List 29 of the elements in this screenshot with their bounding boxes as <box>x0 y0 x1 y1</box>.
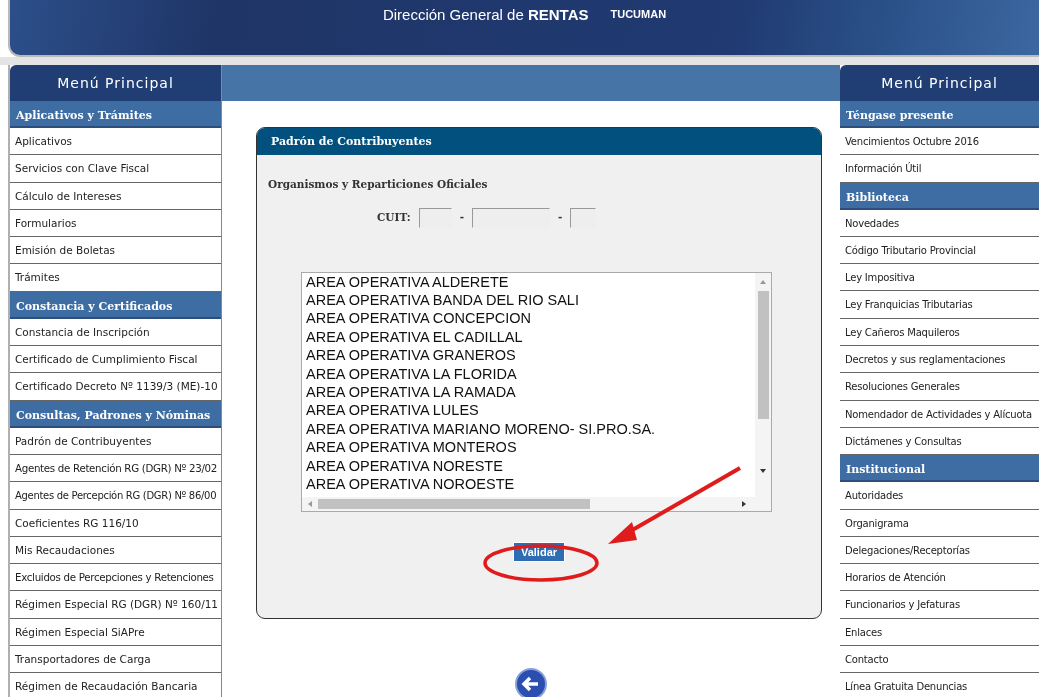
menu-title: Menú Principal <box>10 65 221 101</box>
menu-title: Menú Principal <box>840 65 1039 101</box>
back-arrow-icon[interactable] <box>514 667 548 697</box>
cuit-label: CUIT: <box>377 209 411 225</box>
menu-section-heading: Téngase presente <box>840 101 1039 128</box>
list-option[interactable]: AREA OPERATIVA MARIANO MORENO- SI.PRO.SA. <box>306 419 751 439</box>
list-option[interactable]: AREA OPERATIVA EL CADILLAL <box>306 327 751 347</box>
list-option[interactable]: AREA OPERATIVA NORESTE <box>306 456 751 476</box>
list-option[interactable]: AREA OPERATIVA BANDA DEL RIO SALI <box>306 291 751 310</box>
menu-section-heading: Biblioteca <box>840 182 1039 210</box>
organism-listbox[interactable] <box>301 271 772 512</box>
separator: - <box>459 209 465 225</box>
section-subtitle: Organismos y Reparticiones Oficiales <box>268 176 489 192</box>
menu-section-heading: Consultas, Padrones y Nóminas <box>10 400 221 428</box>
list-option[interactable]: AREA OPERATIVA MONTEROS <box>306 438 751 457</box>
site-title: Dirección General de RENTAS <box>382 5 589 25</box>
list-option[interactable]: AREA OPERATIVA LA RAMADA <box>306 383 751 402</box>
region-label: TUCUMAN <box>610 7 667 22</box>
list-option[interactable]: AREA OPERATIVA CONCEPCION <box>306 309 751 328</box>
list-option[interactable]: AREA OPERATIVA NOROESTE <box>306 475 751 494</box>
panel-title: Padrón de Contribuyentes <box>257 127 821 155</box>
menu-section-heading: Institucional <box>840 455 1039 483</box>
separator: - <box>558 209 563 225</box>
list-option[interactable]: AREA OPERATIVA ALDERETE <box>306 272 751 291</box>
list-option[interactable]: AREA OPERATIVA GRANEROS <box>306 346 751 365</box>
menu-section-heading: Constancia y Certificados <box>10 291 221 319</box>
list-option[interactable]: AREA OPERATIVA LULES <box>306 401 751 420</box>
list-option[interactable]: AREA OPERATIVA LA FLORIDA <box>306 364 751 384</box>
menu-section-heading: Aplicativos y Trámites <box>10 101 221 128</box>
